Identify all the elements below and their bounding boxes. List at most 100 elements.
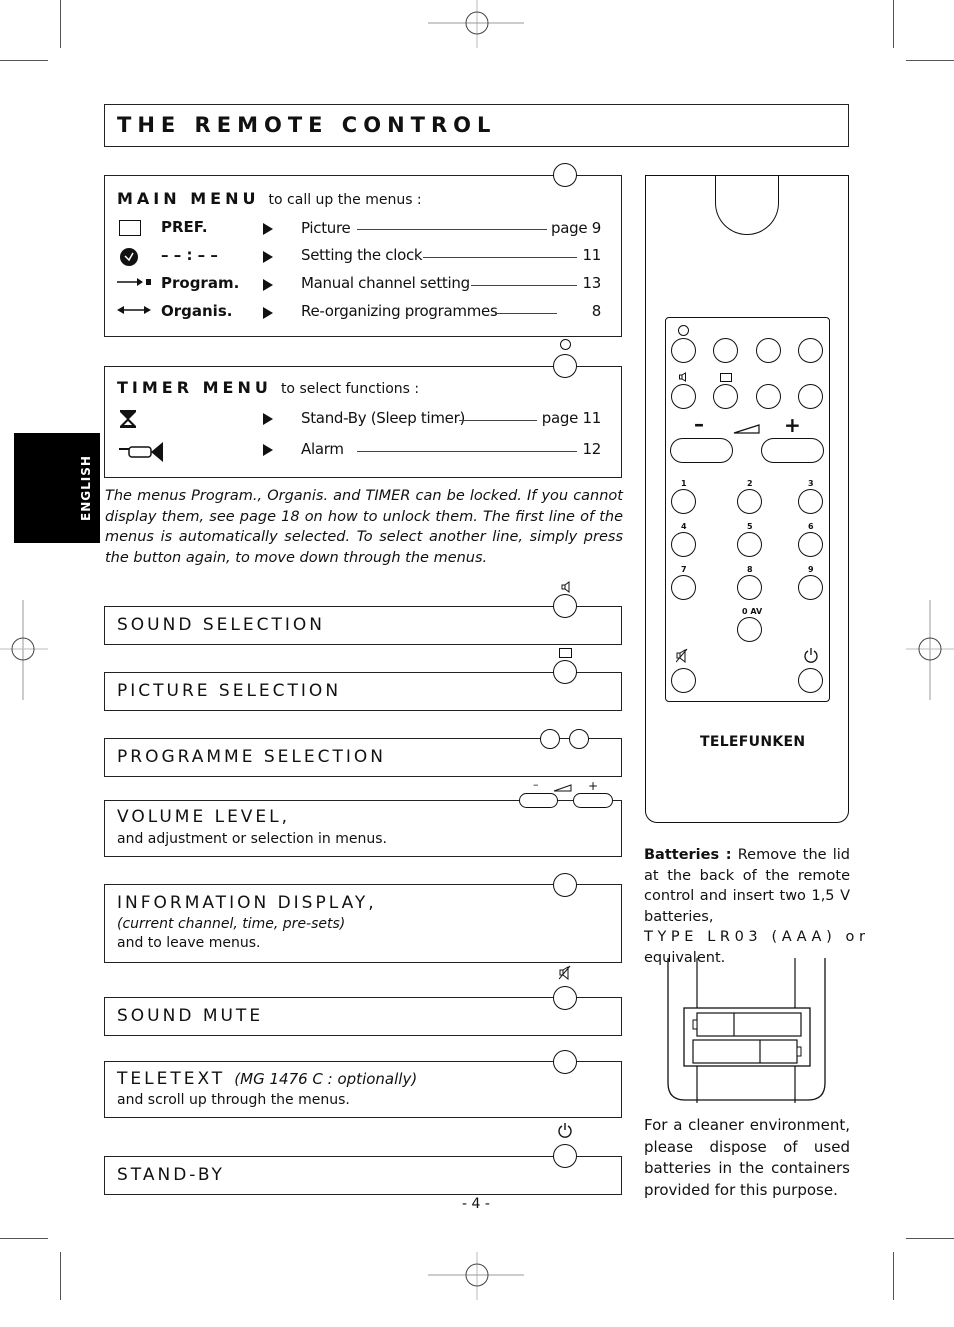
remote-menu-button[interactable] xyxy=(798,338,823,363)
page-number: - 4 - xyxy=(462,1196,490,1212)
menu-page: 8 xyxy=(591,302,602,320)
horn-icon xyxy=(119,442,163,462)
timer-page: page 11 xyxy=(541,409,602,427)
section-title: STAND-BY xyxy=(117,1165,225,1185)
language-tab: ENGLISH xyxy=(14,433,100,543)
timer-desc: Alarm xyxy=(301,440,344,458)
menu-desc: Manual channel setting xyxy=(301,274,470,292)
section-title: PICTURE SELECTION xyxy=(117,681,342,701)
clock-icon xyxy=(120,248,138,266)
leader-line xyxy=(357,229,547,230)
remote-teletext-button[interactable] xyxy=(756,338,781,363)
registration-mark xyxy=(0,600,48,700)
remote-prog-down-button[interactable] xyxy=(756,384,781,409)
main-menu-subtitle: to call up the menus : xyxy=(268,192,422,208)
remote-picture-button[interactable] xyxy=(713,384,738,409)
mute-button[interactable] xyxy=(553,986,577,1010)
remote-sound-button[interactable] xyxy=(671,384,696,409)
programme-down-button[interactable] xyxy=(540,729,560,749)
section-volume-level: VOLUME LEVEL, and adjustment or selectio… xyxy=(104,800,622,857)
crop-mark xyxy=(0,60,48,61)
section-sound-selection: SOUND SELECTION xyxy=(104,606,622,645)
crop-mark xyxy=(893,1252,894,1300)
remote-plus-label: + xyxy=(784,413,801,437)
power-icon xyxy=(558,1123,572,1138)
leader-line xyxy=(423,257,577,258)
section-title: VOLUME LEVEL, xyxy=(117,807,291,827)
key-1-button[interactable] xyxy=(671,489,696,514)
standby-button[interactable] xyxy=(553,1144,577,1168)
crop-mark xyxy=(0,1238,48,1239)
key-8-button[interactable] xyxy=(737,575,762,600)
leader-line xyxy=(495,313,557,314)
key-label: 4 xyxy=(681,522,687,531)
key-2-button[interactable] xyxy=(737,489,762,514)
crop-mark xyxy=(906,1238,954,1239)
key-6-button[interactable] xyxy=(798,532,823,557)
section-title: TELETEXT xyxy=(117,1069,226,1089)
screen-icon xyxy=(720,373,732,382)
programme-up-button[interactable] xyxy=(569,729,589,749)
remote-mute-button[interactable] xyxy=(671,668,696,693)
timer-symbol-icon xyxy=(560,339,571,350)
section-description: and adjustment or selection in menus. xyxy=(117,831,387,847)
key-label: 9 xyxy=(808,565,814,574)
sound-selection-button[interactable] xyxy=(553,594,577,618)
speaker-icon xyxy=(561,581,570,593)
main-menu-box: MAIN MENU to call up the menus : PREF. P… xyxy=(104,175,622,337)
screen-icon xyxy=(119,220,141,236)
key-7-button[interactable] xyxy=(671,575,696,600)
teletext-button[interactable] xyxy=(553,1050,577,1074)
key-label: 1 xyxy=(681,479,687,488)
key-3-button[interactable] xyxy=(798,489,823,514)
remote-prog-up-button[interactable] xyxy=(798,384,823,409)
menu-page: 11 xyxy=(582,246,602,264)
crop-mark xyxy=(906,60,954,61)
remote-standby-button[interactable] xyxy=(798,668,823,693)
timer-menu-box: TIMER MENU to select functions : Stand-B… xyxy=(104,366,622,478)
section-description-italic: (current channel, time, pre-sets) xyxy=(117,916,346,932)
timer-page: 12 xyxy=(582,440,602,458)
key-5-button[interactable] xyxy=(737,532,762,557)
key-4-button[interactable] xyxy=(671,532,696,557)
remote-timer-button[interactable] xyxy=(671,338,696,363)
section-title-note: (MG 1476 C : optionally) xyxy=(234,1070,418,1088)
timer-menu-subtitle: to select functions : xyxy=(280,381,420,397)
arrow-both-icon xyxy=(117,306,151,314)
menu-page: page 9 xyxy=(551,219,601,237)
menu-desc: Picture xyxy=(301,219,351,237)
registration-mark xyxy=(428,1252,524,1300)
page-title: THE REMOTE CONTROL xyxy=(117,113,497,137)
environment-note: For a cleaner environment, please dispos… xyxy=(644,1116,850,1199)
menu-label-pref: PREF. xyxy=(161,218,208,236)
key-label: 7 xyxy=(681,565,687,574)
timer-menu-title: TIMER MENU xyxy=(117,378,272,397)
key-0-button[interactable] xyxy=(737,617,762,642)
volume-ramp-icon xyxy=(733,424,760,434)
key-label: 6 xyxy=(808,522,814,531)
section-stand-by: STAND-BY xyxy=(104,1156,622,1195)
info-button[interactable] xyxy=(553,873,577,897)
section-description: and to leave menus. xyxy=(117,935,261,951)
arrow-icon xyxy=(263,307,273,319)
volume-down-button[interactable] xyxy=(519,793,558,808)
picture-selection-button[interactable] xyxy=(553,660,577,684)
menu-label-program: Program. xyxy=(161,274,240,292)
volume-up-button[interactable] xyxy=(573,793,613,808)
section-teletext: TELETEXT (MG 1476 C : optionally) and sc… xyxy=(104,1061,622,1118)
menu-button[interactable] xyxy=(553,163,577,187)
timer-button[interactable] xyxy=(553,354,577,378)
timer-symbol-icon xyxy=(678,325,689,336)
arrow-icon xyxy=(263,251,273,263)
arrow-icon xyxy=(263,223,273,235)
key-label: 8 xyxy=(747,565,753,574)
remote-volume-down-button[interactable] xyxy=(670,438,733,463)
batteries-text: Batteries : Remove the lid at the back o… xyxy=(644,845,865,968)
menu-label-clock: – – : – – xyxy=(161,246,218,264)
key-label: 5 xyxy=(747,522,753,531)
remote-volume-up-button[interactable] xyxy=(761,438,824,463)
brand-logo: TELEFUNKEN xyxy=(700,734,806,750)
arrow-icon xyxy=(263,444,273,456)
key-9-button[interactable] xyxy=(798,575,823,600)
remote-info-button[interactable] xyxy=(713,338,738,363)
